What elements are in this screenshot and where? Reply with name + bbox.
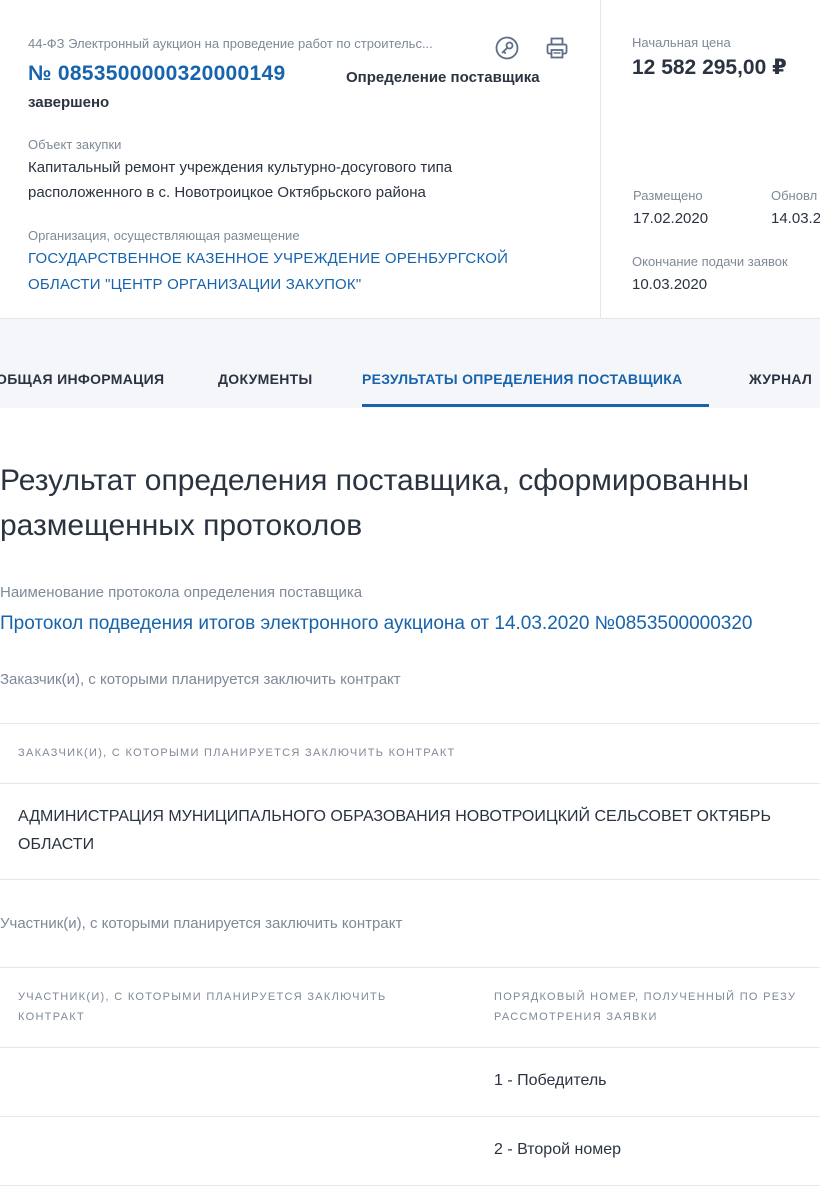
participants-col1-header-line1: УЧАСТНИК(И), С КОТОРЫМИ ПЛАНИРУЕТСЯ ЗАКЛ…: [18, 991, 387, 1003]
customers-table-header: ЗАКАЗЧИК(И), С КОТОРЫМИ ПЛАНИРУЕТСЯ ЗАКЛ…: [18, 747, 456, 759]
customer-name-line2: ОБЛАСТИ: [18, 836, 95, 853]
object-text-line2: расположенного в с. Новотроицкое Октябрь…: [28, 184, 426, 201]
deadline-label: Окончание подачи заявок: [632, 254, 788, 269]
participants-col2-header-line2: РАССМОТРЕНИЯ ЗАЯВКИ: [494, 1011, 658, 1023]
customers-table-top-border: [0, 723, 820, 724]
tab-documents[interactable]: ДОКУМЕНТЫ: [218, 371, 313, 387]
participants-table-header-border: [0, 1047, 820, 1048]
printer-icon[interactable]: [544, 35, 570, 61]
page-title-line2: размещенных протоколов: [0, 509, 363, 542]
object-text-line1: Капитальный ремонт учреждения культурно-…: [28, 159, 453, 176]
participants-col2-header-line1: ПОРЯДКОВЫЙ НОМЕР, ПОЛУЧЕННЫЙ ПО РЕЗУ: [494, 991, 797, 1003]
customer-name-line1: АДМИНИСТРАЦИЯ МУНИЦИПАЛЬНОГО ОБРАЗОВАНИЯ…: [18, 808, 771, 825]
protocol-link[interactable]: Протокол подведения итогов электронного …: [0, 613, 753, 635]
price-label: Начальная цена: [632, 35, 731, 50]
stage-status: Определение поставщика: [346, 69, 540, 86]
registry-number-link[interactable]: № 0853500000320000149: [28, 62, 285, 86]
tab-supplier-results[interactable]: РЕЗУЛЬТАТЫ ОПРЕДЕЛЕНИЯ ПОСТАВЩИКА: [362, 371, 683, 387]
customers-table-bottom-border: [0, 879, 820, 880]
participant-rank-1: 1 - Победитель: [494, 1072, 607, 1089]
price-value: 12 582 295,00 ₽: [632, 56, 787, 79]
law-and-method: 44-ФЗ Электронный аукцион на проведение …: [28, 36, 433, 51]
tab-general-info[interactable]: ОБЩАЯ ИНФОРМАЦИЯ: [0, 371, 164, 387]
protocol-label: Наименование протокола определения поста…: [0, 584, 363, 601]
participants-row-border-2: [0, 1185, 820, 1186]
customers-section-label: Заказчик(и), с которыми планируется закл…: [0, 671, 401, 688]
organization-link-line2[interactable]: ОБЛАСТИ "ЦЕНТР ОРГАНИЗАЦИИ ЗАКУПОК": [28, 276, 361, 293]
page-title-line1: Результат определения поставщика, сформи…: [0, 464, 750, 497]
key-circle-icon[interactable]: [494, 35, 520, 61]
header-divider: [600, 0, 601, 318]
organization-label: Организация, осуществляющая размещение: [28, 228, 300, 243]
object-label: Объект закупки: [28, 137, 122, 152]
tabs-bar: ОБЩАЯ ИНФОРМАЦИЯ ДОКУМЕНТЫ РЕЗУЛЬТАТЫ ОП…: [0, 319, 820, 408]
participants-row-border-1: [0, 1116, 820, 1117]
posted-label: Размещено: [633, 188, 703, 203]
participants-table-top-border: [0, 967, 820, 968]
purchase-header-card: 44-ФЗ Электронный аукцион на проведение …: [0, 0, 820, 319]
page-title: Результат определения поставщика, сформи…: [0, 458, 749, 548]
active-tab-indicator: [362, 404, 709, 407]
updated-date: 14.03.2: [771, 210, 820, 227]
deadline-date: 10.03.2020: [632, 276, 708, 293]
posted-date: 17.02.2020: [633, 210, 709, 227]
participants-col1-header-line2: КОНТРАКТ: [18, 1011, 85, 1023]
updated-label: Обновл: [771, 188, 818, 203]
customers-table-header-border: [0, 783, 820, 784]
participants-section-label: Участник(и), с которыми планируется закл…: [0, 915, 403, 932]
organization-link-line1[interactable]: ГОСУДАРСТВЕННОЕ КАЗЕННОЕ УЧРЕЖДЕНИЕ ОРЕН…: [28, 250, 508, 267]
participant-rank-2: 2 - Второй номер: [494, 1141, 622, 1158]
tab-journal[interactable]: ЖУРНАЛ: [749, 371, 812, 387]
stage-status-continued: завершено: [28, 94, 110, 111]
